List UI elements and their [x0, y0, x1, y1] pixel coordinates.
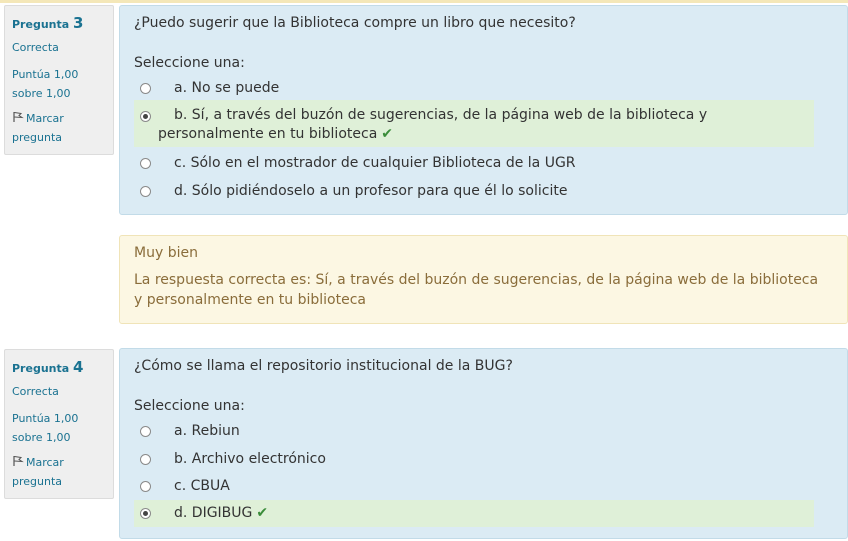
question-number: 4	[73, 358, 84, 376]
question-formulation-3: ¿Puedo sugerir que la Biblioteca compre …	[119, 5, 848, 215]
flag-icon	[13, 112, 24, 122]
radio-button[interactable]	[140, 481, 151, 492]
radio-button[interactable]	[140, 83, 151, 94]
answer-label: a. No se puede	[174, 80, 280, 96]
grade-line-2: sobre 1,00	[12, 87, 71, 100]
right-answer-text: La respuesta correcta es: Sí, a través d…	[134, 272, 819, 308]
answer-label-wrap: d. DIGIBUG ✔	[174, 504, 806, 523]
answer-option-b[interactable]: b. Sí, a través del buzón de sugerencias…	[134, 100, 814, 147]
check-icon: ✔	[256, 505, 269, 521]
feedback-text: Muy bien	[134, 245, 198, 261]
flag-label-2: pregunta	[12, 475, 63, 488]
flag-label-1: Marcar	[26, 456, 64, 469]
check-icon: ✔	[381, 126, 394, 142]
grade-line-1: Puntúa 1,00	[12, 412, 79, 425]
answer-option-d[interactable]: d. DIGIBUG ✔	[134, 500, 814, 527]
grade-line-1: Puntúa 1,00	[12, 68, 79, 81]
answer-prompt: Seleccione una:	[134, 55, 245, 71]
grade-line-2: sobre 1,00	[12, 431, 71, 444]
question-number: 3	[73, 14, 84, 32]
question-title: Pregunta 3	[12, 14, 106, 34]
question-outcome-3: Muy bien La respuesta correcta es: Sí, a…	[119, 235, 848, 324]
answer-label-wrap: b. Sí, a través del buzón de sugerencias…	[158, 106, 806, 144]
question-title: Pregunta 4	[12, 358, 106, 378]
answer-option-b[interactable]: b. Archivo electrónico	[134, 448, 814, 472]
question-info-4: Pregunta 4 Correcta Puntúa 1,00 sobre 1,…	[4, 349, 114, 499]
flag-icon	[13, 456, 24, 466]
radio-button[interactable]	[140, 111, 151, 122]
answer-option-a[interactable]: a. No se puede	[134, 77, 814, 101]
question-grade: Puntúa 1,00 sobre 1,00	[12, 65, 106, 103]
flag-label-2: pregunta	[12, 131, 63, 144]
top-border	[0, 0, 848, 3]
answer-label: b. Archivo electrónico	[174, 451, 326, 467]
answer-label: d. Sólo pidiéndoselo a un profesor para …	[174, 183, 568, 199]
radio-button[interactable]	[140, 454, 151, 465]
answer-prompt: Seleccione una:	[134, 398, 245, 414]
answer-option-c[interactable]: c. Sólo en el mostrador de cualquier Bib…	[134, 152, 814, 176]
question-label: Pregunta	[12, 18, 70, 31]
answer-label: c. CBUA	[174, 478, 230, 494]
question-state: Correcta	[12, 385, 59, 398]
question-text: ¿Cómo se llama el repositorio institucio…	[134, 358, 513, 374]
question-label: Pregunta	[12, 362, 70, 375]
radio-button[interactable]	[140, 186, 151, 197]
question-state: Correcta	[12, 41, 59, 54]
answer-label: b. Sí, a través del buzón de sugerencias…	[158, 107, 708, 142]
flag-question-link[interactable]: Marcar pregunta	[12, 109, 106, 147]
question-grade: Puntúa 1,00 sobre 1,00	[12, 409, 106, 447]
answer-option-a[interactable]: a. Rebiun	[134, 420, 814, 444]
question-text: ¿Puedo sugerir que la Biblioteca compre …	[134, 15, 576, 31]
answer-option-c[interactable]: c. CBUA	[134, 475, 814, 499]
answer-label: a. Rebiun	[174, 423, 240, 439]
question-info-3: Pregunta 3 Correcta Puntúa 1,00 sobre 1,…	[4, 5, 114, 155]
radio-button[interactable]	[140, 508, 151, 519]
answer-label: d. DIGIBUG	[174, 505, 253, 521]
answer-label: c. Sólo en el mostrador de cualquier Bib…	[174, 155, 576, 171]
flag-label-1: Marcar	[26, 112, 64, 125]
answer-option-d[interactable]: d. Sólo pidiéndoselo a un profesor para …	[134, 180, 814, 204]
radio-button[interactable]	[140, 158, 151, 169]
flag-question-link[interactable]: Marcar pregunta	[12, 453, 106, 491]
radio-button[interactable]	[140, 426, 151, 437]
question-formulation-4: ¿Cómo se llama el repositorio institucio…	[119, 348, 848, 539]
